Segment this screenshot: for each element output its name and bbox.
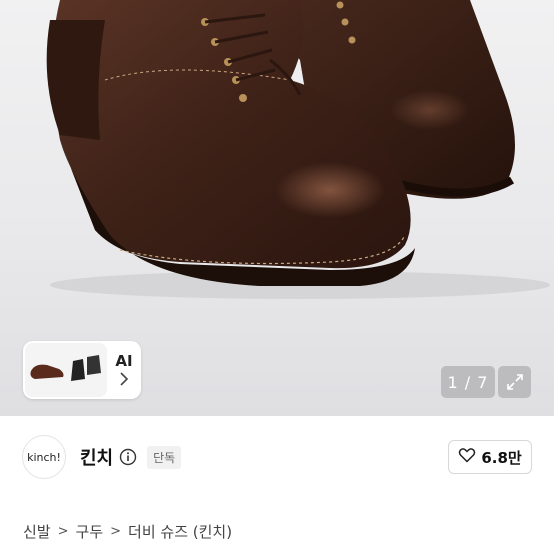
heart-icon bbox=[458, 447, 476, 467]
breadcrumb-item-derby-shoes[interactable]: 더비 슈즈 (킨치) bbox=[128, 521, 232, 542]
breadcrumb-separator: > bbox=[57, 524, 69, 539]
like-button[interactable]: 6.8만 bbox=[448, 440, 532, 474]
product-image-gallery[interactable]: AI 1 / 7 bbox=[0, 0, 554, 416]
seller-row: kinch! 킨치 단독 6.8만 bbox=[22, 432, 532, 482]
seller-name[interactable]: 킨치 bbox=[80, 444, 113, 470]
seller-avatar[interactable]: kinch! bbox=[22, 435, 66, 479]
ai-label: AI bbox=[115, 351, 133, 370]
breadcrumb-separator: > bbox=[110, 524, 122, 539]
ai-thumbnail bbox=[25, 343, 107, 397]
like-count: 6.8만 bbox=[481, 448, 522, 467]
info-icon[interactable] bbox=[119, 448, 137, 466]
ai-similar-button[interactable]: AI bbox=[23, 341, 141, 399]
breadcrumb: 신발 > 구두 > 더비 슈즈 (킨치) bbox=[23, 521, 232, 542]
breadcrumb-item-dress-shoes[interactable]: 구두 bbox=[76, 521, 104, 542]
exclusive-badge: 단독 bbox=[147, 445, 182, 469]
expand-icon[interactable] bbox=[498, 366, 531, 398]
image-counter: 1 / 7 bbox=[441, 366, 495, 398]
chevron-right-icon bbox=[119, 371, 129, 389]
breadcrumb-item-shoes[interactable]: 신발 bbox=[23, 521, 51, 542]
